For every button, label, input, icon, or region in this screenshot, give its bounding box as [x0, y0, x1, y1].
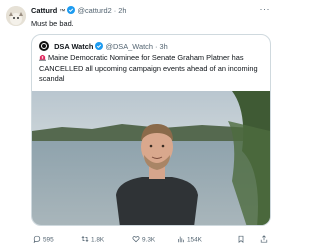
- author-name-tm: ™: [59, 9, 66, 15]
- like-button[interactable]: 9.3K: [132, 235, 155, 244]
- views-button[interactable]: 154K: [177, 235, 202, 244]
- siren-icon: [39, 53, 46, 61]
- repost-icon: [81, 236, 89, 242]
- quoted-photo[interactable]: [32, 91, 270, 226]
- author-name[interactable]: Catturd: [31, 6, 57, 15]
- verified-badge-icon: [67, 6, 76, 14]
- verified-badge-icon: [95, 42, 104, 50]
- author-handle[interactable]: @catturd2: [77, 6, 111, 15]
- quoted-time: 3h: [159, 42, 168, 51]
- tweet-text: Must be bad.: [31, 19, 74, 28]
- more-options-icon[interactable]: ···: [260, 4, 271, 14]
- bookmark-icon: [238, 235, 244, 243]
- repost-button[interactable]: 1.8K: [81, 235, 104, 244]
- quoted-handle: @DSA_Watch: [105, 42, 153, 51]
- quoted-avatar: [39, 41, 49, 51]
- tweet-time[interactable]: 2h: [118, 6, 126, 15]
- header-separator: ·: [113, 6, 117, 15]
- bookmark-button[interactable]: [237, 235, 247, 244]
- heart-icon: [132, 236, 140, 243]
- quoted-header: DSA Watch @DSA_Watch · 3h: [39, 41, 168, 51]
- quoted-author-name: DSA Watch: [54, 42, 94, 51]
- quoted-text: Maine Democratic Nominee for Senate Grah…: [39, 53, 258, 84]
- like-count: 9.3K: [142, 236, 156, 244]
- reply-button[interactable]: 595: [33, 235, 54, 244]
- quoted-text-block: Maine Democratic Nominee for Senate Grah…: [39, 53, 265, 85]
- share-icon: [260, 235, 268, 243]
- share-button[interactable]: [260, 235, 270, 244]
- views-icon: [178, 236, 184, 243]
- reply-icon: [33, 235, 41, 244]
- quoted-tweet[interactable]: DSA Watch @DSA_Watch · 3h Maine Democrat…: [31, 34, 271, 226]
- quoted-separator: ·: [155, 42, 158, 51]
- reply-count: 595: [43, 236, 54, 244]
- repost-count: 1.8K: [91, 236, 105, 244]
- tweet-header: Catturd ™ @catturd2 · 2h: [31, 6, 127, 17]
- action-bar: 595 1.8K 9.3K 154K: [31, 234, 271, 246]
- views-count: 154K: [187, 236, 202, 244]
- author-avatar[interactable]: [6, 6, 26, 26]
